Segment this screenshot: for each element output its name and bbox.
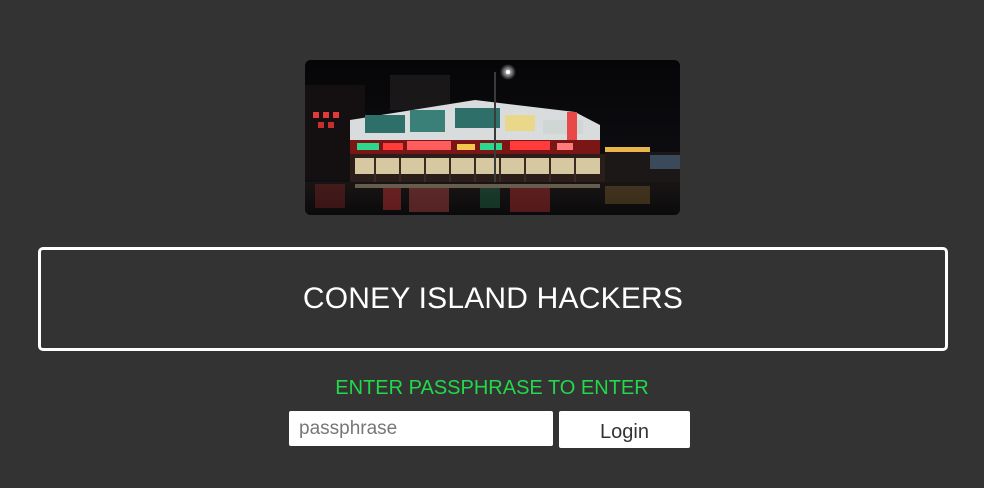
login-button[interactable]: Login bbox=[559, 411, 690, 448]
passphrase-input[interactable] bbox=[289, 411, 553, 446]
title-box: CONEY ISLAND HACKERS bbox=[38, 247, 948, 351]
passphrase-prompt: ENTER PASSPHRASE TO ENTER bbox=[335, 377, 649, 399]
login-page: CONEY ISLAND HACKERS ENTER PASSPHRASE TO… bbox=[0, 0, 984, 488]
hero-image bbox=[305, 60, 680, 215]
site-title: CONEY ISLAND HACKERS bbox=[302, 282, 684, 315]
storefront-night-photo bbox=[305, 60, 680, 215]
